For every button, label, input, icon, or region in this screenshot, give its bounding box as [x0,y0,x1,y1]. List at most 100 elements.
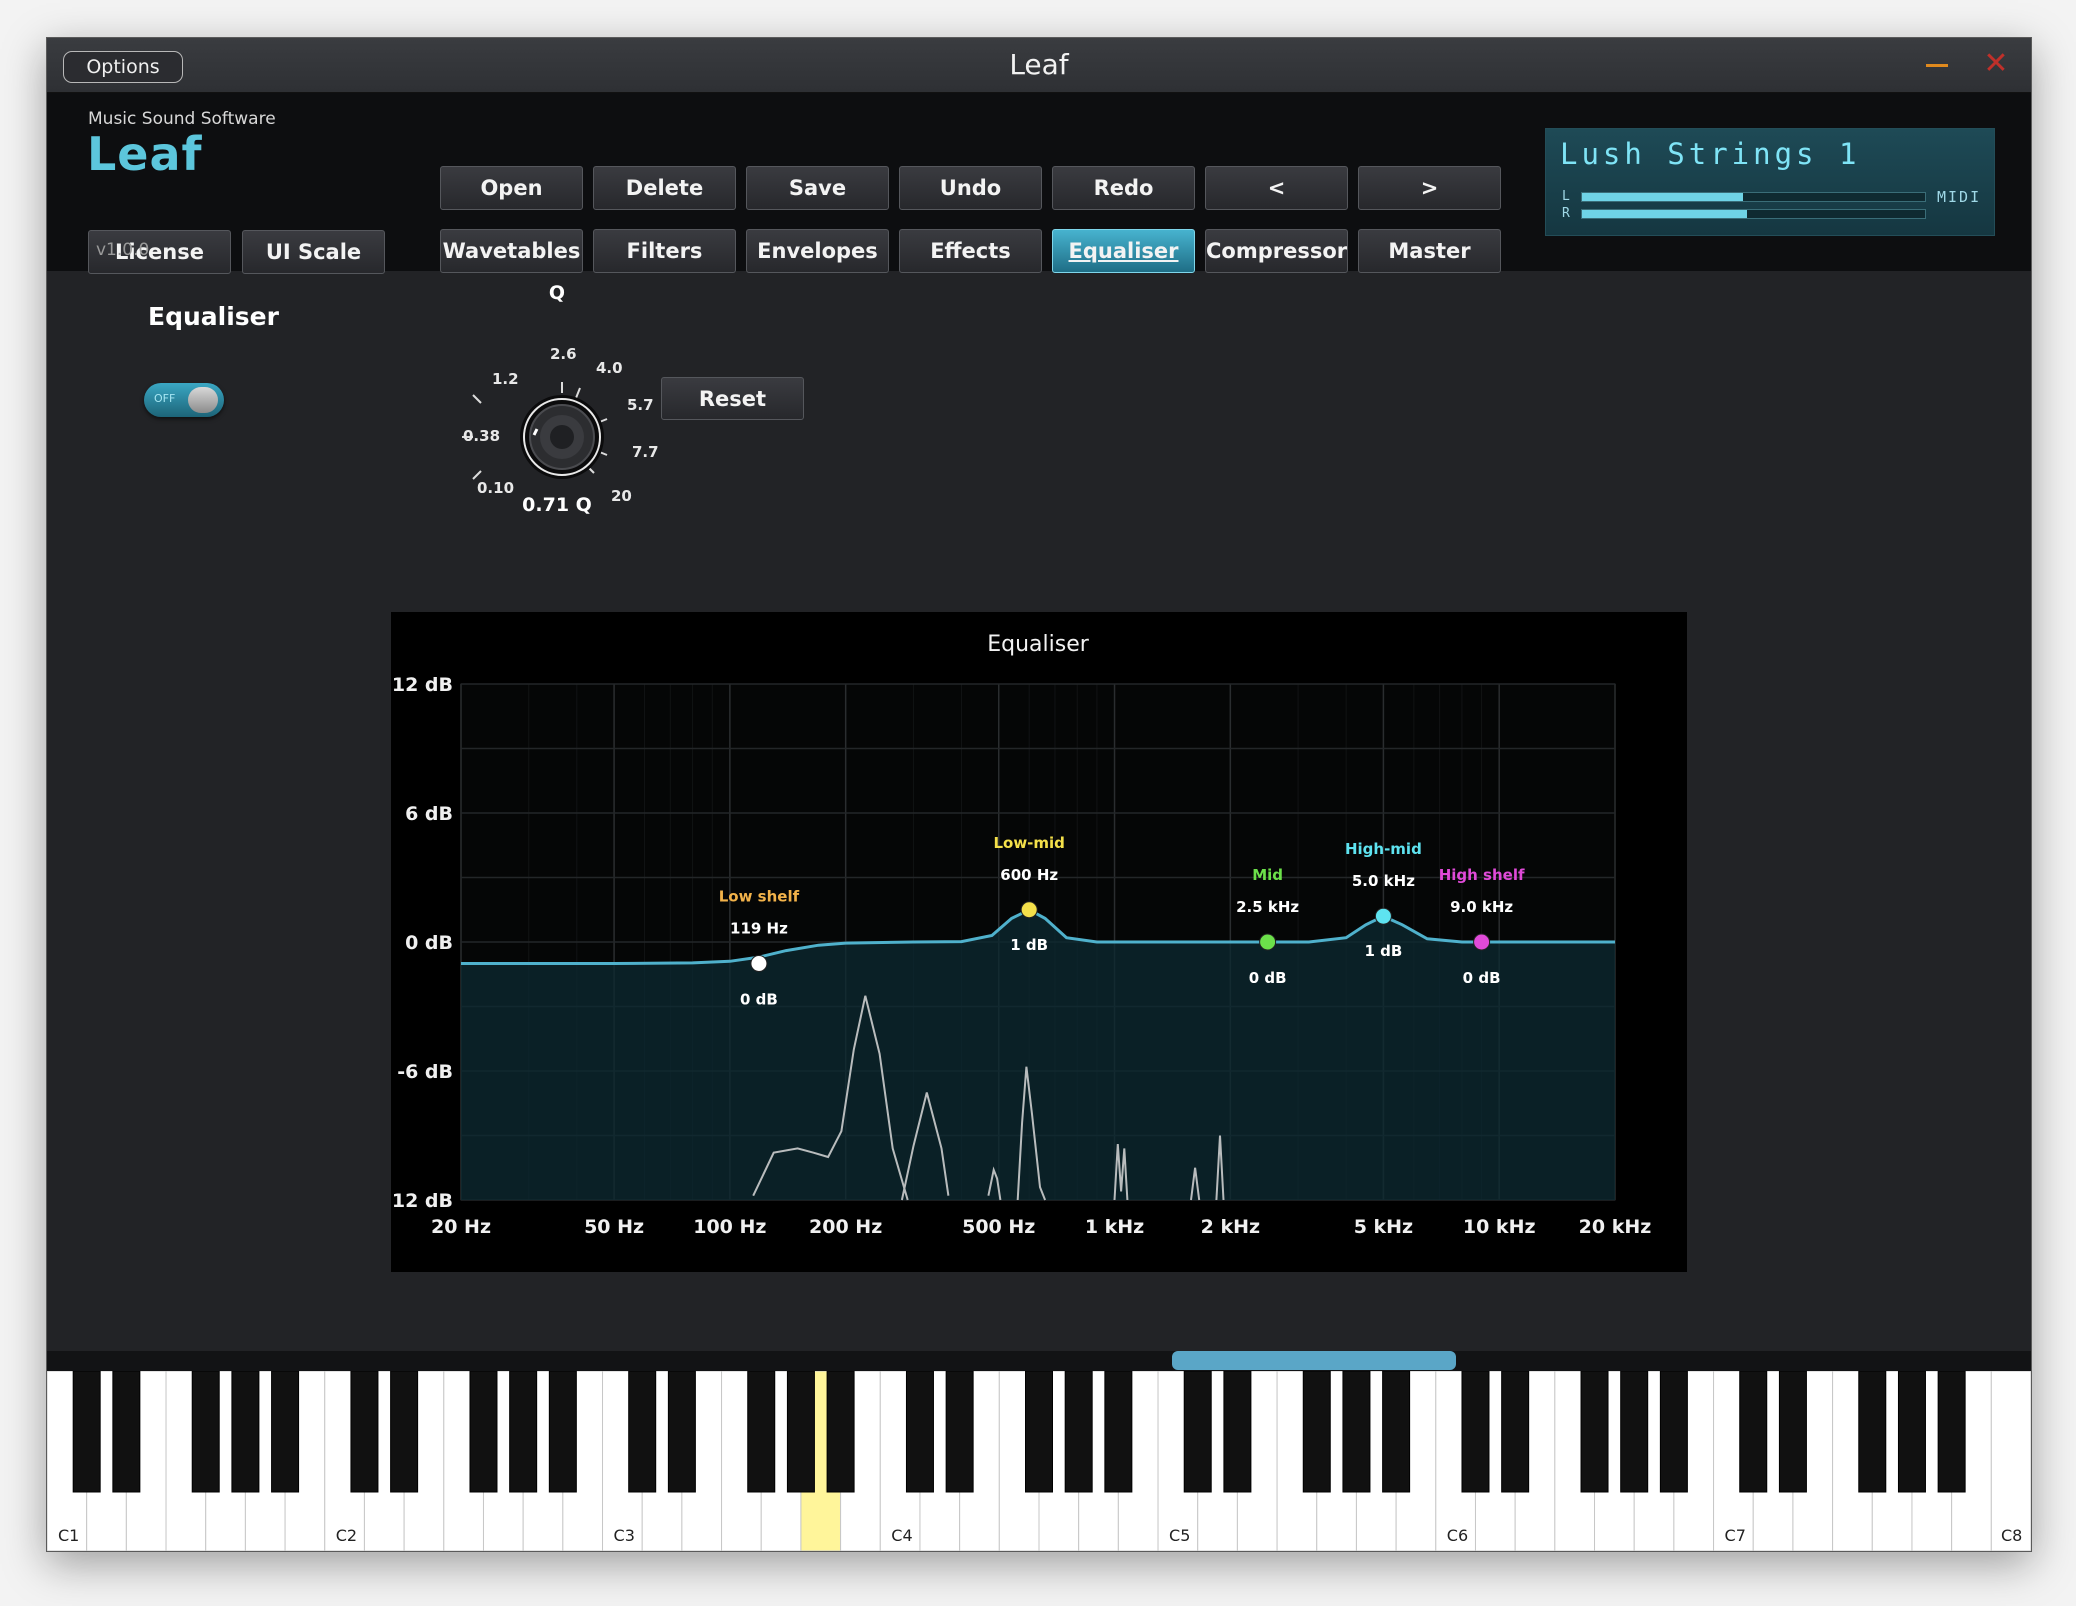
q-tick-label: 4.0 [596,359,623,377]
toggle-knob [188,387,218,413]
piano-black-key[interactable] [469,1370,498,1493]
piano-black-key[interactable] [1778,1370,1807,1493]
piano-black-key[interactable] [548,1370,577,1493]
piano-black-key[interactable] [1858,1370,1887,1493]
piano-black-key[interactable] [1461,1370,1490,1493]
piano-black-key[interactable] [1620,1370,1649,1493]
tab-master[interactable]: Master [1358,229,1501,273]
piano-black-key[interactable] [1659,1370,1688,1493]
piano-black-key[interactable] [786,1370,815,1493]
piano-black-key[interactable] [509,1370,538,1493]
x-tick-label: 2 kHz [1201,1216,1260,1238]
tab-filters[interactable]: Filters [593,229,736,273]
level-meter-right [1581,209,1926,219]
chart-title: Equaliser [987,632,1090,657]
piano-black-key[interactable] [350,1370,379,1493]
piano-keyboard[interactable]: C1 C2 C3 C4 C5 C6 C7 C8 [47,1370,2031,1551]
piano-black-key[interactable] [1064,1370,1093,1493]
q-value-readout: 0.71 Q [522,494,592,516]
piano-black-key[interactable] [1897,1370,1926,1493]
piano-black-key[interactable] [112,1370,141,1493]
band-name-label: High shelf [1439,866,1525,884]
tab-compressor[interactable]: Compressor [1205,229,1348,273]
equaliser-enable-toggle[interactable]: OFF [144,383,224,417]
header-bar: Music Sound Software Leaf License UI Sca… [47,93,2031,274]
tab-wavetables[interactable]: Wavetables [440,229,583,273]
piano-black-key[interactable] [667,1370,696,1493]
level-meter-right-fill [1582,210,1747,218]
tab-envelopes[interactable]: Envelopes [746,229,889,273]
leaf-logo: Leaf [87,127,203,181]
reset-button[interactable]: Reset [661,377,804,420]
piano-black-key[interactable] [1580,1370,1609,1493]
preset-display: Lush Strings 1 L R MIDI [1545,128,1995,236]
octave-label: C8 [2001,1526,2022,1545]
piano-black-key[interactable] [1342,1370,1371,1493]
minimize-icon[interactable] [1924,50,1952,78]
piano-black-key[interactable] [628,1370,657,1493]
band-handle[interactable] [1020,901,1038,919]
section-title: Equaliser [148,302,279,331]
piano-black-key[interactable] [1183,1370,1212,1493]
piano-black-key[interactable] [271,1370,300,1493]
piano-black-key[interactable] [1382,1370,1411,1493]
piano-black-key[interactable] [191,1370,220,1493]
piano-black-key[interactable] [1739,1370,1768,1493]
piano-black-key[interactable] [1025,1370,1053,1493]
piano-black-key[interactable] [72,1370,101,1493]
octave-label: C4 [891,1526,912,1545]
next-preset-button[interactable]: > [1358,166,1501,210]
title-bar: Options Leaf ✕ [47,38,2031,93]
x-tick-label: 50 Hz [584,1216,644,1238]
band-frequency-label: 5.0 kHz [1352,872,1415,890]
tab-equaliser[interactable]: Equaliser [1052,229,1195,273]
band-handle[interactable] [1259,933,1277,951]
level-meter-left-fill [1582,193,1744,201]
piano-black-key[interactable] [826,1370,855,1493]
piano-black-key[interactable] [390,1370,419,1493]
band-gain-label: 1 dB [1010,936,1048,954]
piano-black-key[interactable] [231,1370,260,1493]
piano-black-key[interactable] [1223,1370,1252,1493]
preset-name: Lush Strings 1 [1560,137,1861,171]
delete-button[interactable]: Delete [593,166,736,210]
octave-label: C2 [336,1526,357,1545]
piano-black-key[interactable] [1937,1370,1966,1493]
previous-preset-button[interactable]: < [1205,166,1348,210]
band-handle[interactable] [750,955,768,972]
keyboard-scroll-thumb[interactable] [1172,1351,1456,1370]
band-name-label: Low shelf [719,888,800,906]
options-button[interactable]: Options [63,51,183,83]
piano-black-key[interactable] [1302,1370,1331,1493]
band-handle[interactable] [1374,907,1392,925]
q-tick-label: 2.6 [550,345,577,363]
app-window: Options Leaf ✕ Music Sound Software Leaf… [46,37,2032,1552]
tab-effects[interactable]: Effects [899,229,1042,273]
piano-black-key[interactable] [1104,1370,1133,1493]
x-tick-label: 1 kHz [1085,1216,1144,1238]
piano-black-key[interactable] [1501,1370,1530,1493]
equaliser-chart[interactable]: Equaliser 20 Hz 50 Hz 100 Hz 200 Hz 500 Hz 1 k… [384,612,1687,1272]
x-tick-label: 200 Hz [809,1216,882,1238]
undo-button[interactable]: Undo [899,166,1042,210]
x-tick-label: 20 kHz [1579,1216,1652,1238]
piano-black-key[interactable] [747,1370,776,1493]
toggle-state-label: OFF [154,392,176,405]
keyboard-scroll-track [47,1351,2031,1371]
close-icon[interactable]: ✕ [1981,49,2011,80]
save-button[interactable]: Save [746,166,889,210]
piano-black-key[interactable] [905,1370,934,1493]
window-title: Leaf [1009,48,1069,81]
piano-keys[interactable]: C1 C2 C3 C4 C5 C6 C7 C8 [47,1370,2031,1551]
redo-button[interactable]: Redo [1052,166,1195,210]
q-tick-label: 5.7 [627,396,654,414]
band-name-label: High-mid [1345,840,1422,858]
piano-black-key[interactable] [945,1370,974,1493]
piano-white-key[interactable] [1990,1370,2031,1551]
meter-right-label: R [1562,206,1570,221]
ui-scale-button[interactable]: UI Scale [242,230,385,274]
y-tick-label: 0 dB [405,932,453,954]
band-gain-label: 1 dB [1364,942,1402,960]
band-handle[interactable] [1473,933,1491,951]
open-button[interactable]: Open [440,166,583,210]
